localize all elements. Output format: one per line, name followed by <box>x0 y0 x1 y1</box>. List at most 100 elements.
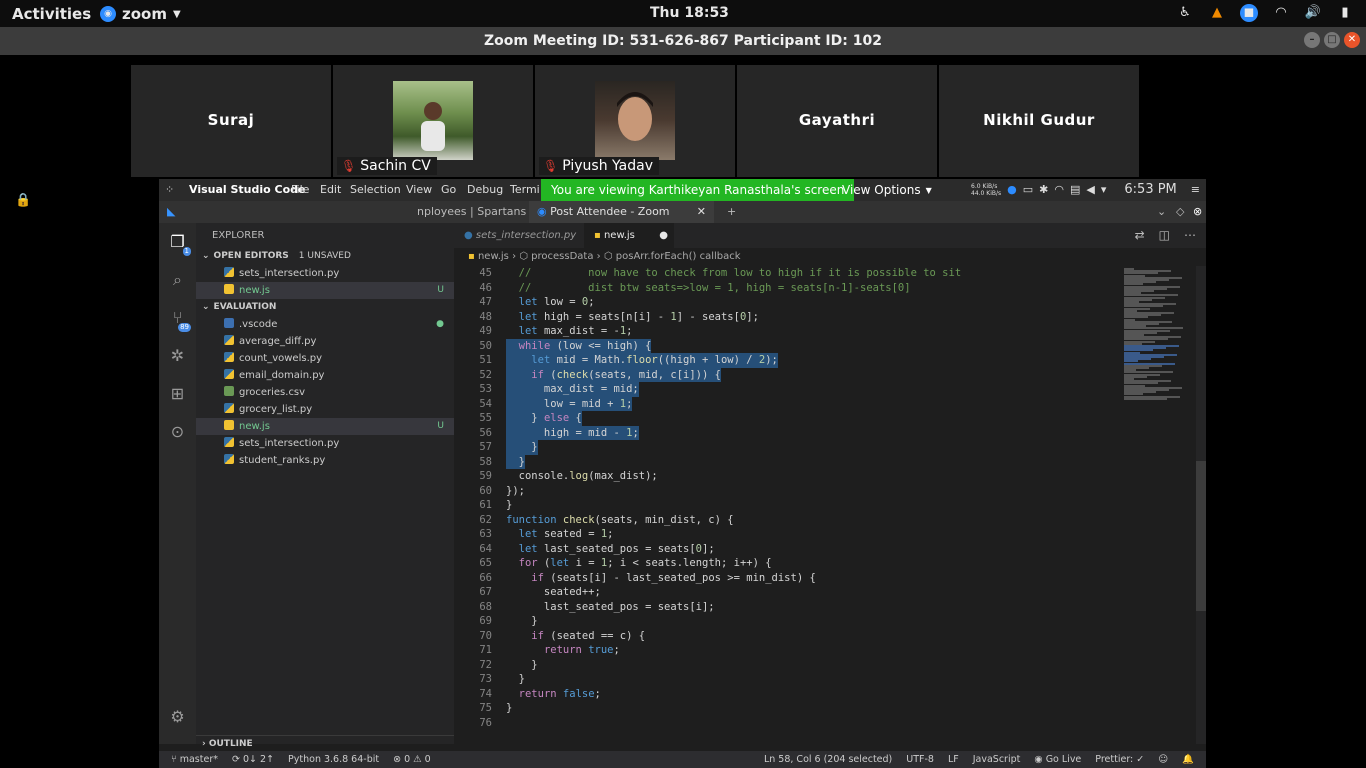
code-line[interactable]: 51 let mid = Math.floor((high + low) / 2… <box>454 353 1122 368</box>
open-editors-section[interactable]: ⌄ OPEN EDITORS 1 UNSAVED <box>196 248 454 265</box>
code-line[interactable]: 52 if (check(seats, mid, c[i])) { <box>454 367 1122 382</box>
minimize-button[interactable]: – <box>1304 32 1320 48</box>
remote-menu-edit[interactable]: Edit <box>320 183 341 196</box>
code-line[interactable]: 48 let high = seats[n[i] - 1] - seats[0]… <box>454 310 1122 325</box>
sync-status[interactable]: ⟳ 0↓ 2↑ <box>232 751 274 768</box>
code-line[interactable]: 59 console.log(max_dist); <box>454 469 1122 484</box>
code-line[interactable]: 67 seated++; <box>454 585 1122 600</box>
gear-icon[interactable]: ⚙ <box>159 698 196 736</box>
editor-scrollbar[interactable] <box>1196 266 1206 744</box>
maximize-button[interactable]: □ <box>1324 32 1340 48</box>
participant-tile[interactable]: 🎙 Piyush Yadav <box>535 65 735 177</box>
code-line[interactable]: 70 if (seated == c) { <box>454 629 1122 644</box>
remote-menu-view[interactable]: View <box>406 183 432 196</box>
minimap[interactable] <box>1122 266 1194 744</box>
scrollbar-thumb[interactable] <box>1196 461 1206 611</box>
code-line[interactable]: 63 let seated = 1; <box>454 527 1122 542</box>
explorer-icon[interactable]: ❐ 1 <box>159 223 196 261</box>
wifi-icon[interactable]: ◠ <box>1272 4 1290 22</box>
extensions-icon[interactable]: ⊞ <box>159 375 196 413</box>
remote-menu-go[interactable]: Go <box>441 183 456 196</box>
participant-tile[interactable]: Suraj <box>131 65 331 177</box>
browser-tab[interactable]: ◉ Post Attendee - Zoom ✕ <box>529 201 714 223</box>
file-item[interactable]: grocery_list.py <box>196 401 454 418</box>
breadcrumb-item[interactable]: processData <box>531 251 593 262</box>
code-line[interactable]: 71 return true; <box>454 643 1122 658</box>
code-line[interactable]: 66 if (seats[i] - last_seated_pos >= min… <box>454 571 1122 586</box>
search-icon[interactable]: ⌕ <box>159 261 196 299</box>
editor-tab[interactable]: ▪ new.js ● <box>584 223 674 248</box>
python-interpreter[interactable]: Python 3.6.8 64-bit <box>288 751 379 768</box>
system-clock[interactable]: Thu 18:53 <box>650 5 729 21</box>
file-item[interactable]: count_vowels.py <box>196 350 454 367</box>
code-line[interactable]: 56 high = mid - 1; <box>454 425 1122 440</box>
code-line[interactable]: 69 } <box>454 614 1122 629</box>
file-item[interactable]: average_diff.py <box>196 333 454 350</box>
unsaved-dot-icon[interactable]: ● <box>659 223 668 248</box>
close-button[interactable]: ✕ <box>1344 32 1360 48</box>
code-line[interactable]: 65 for (let i = 1; i < seats.length; i++… <box>454 556 1122 571</box>
accessibility-icon[interactable]: ♿ <box>1176 4 1194 22</box>
remote-menu-debug[interactable]: Debug <box>467 183 503 196</box>
code-line[interactable]: 46 // dist btw seats=>low = 1, high = se… <box>454 281 1122 296</box>
lock-icon[interactable]: 🔒 <box>15 193 31 208</box>
file-item[interactable]: sets_intersection.py <box>196 435 454 452</box>
zoom-tray-icon[interactable]: ◼ <box>1240 4 1258 22</box>
file-item[interactable]: new.js U <box>196 418 454 435</box>
close-window-icon[interactable]: ⊗ <box>1185 201 1206 223</box>
code-line[interactable]: 53 max_dist = mid; <box>454 382 1122 397</box>
more-icon[interactable]: ⋯ <box>1184 228 1196 242</box>
file-item[interactable]: sets_intersection.py <box>196 265 454 282</box>
app-menu[interactable]: ◉ zoom ▼ <box>100 5 181 23</box>
source-control-icon[interactable]: ⑂ 89 <box>159 299 196 337</box>
code-line[interactable]: 62 function check(seats, min_dist, c) { <box>454 513 1122 528</box>
code-line[interactable]: 60}); <box>454 484 1122 499</box>
code-line[interactable]: 54 low = mid + 1; <box>454 396 1122 411</box>
remote-menu-terminal[interactable]: Termi <box>510 183 540 196</box>
breadcrumb-item[interactable]: posArr.forEach() callback <box>616 251 741 262</box>
debug-icon[interactable]: ✲ <box>159 337 196 375</box>
code-line[interactable]: 74 return false; <box>454 687 1122 702</box>
line-ending[interactable]: LF <box>948 751 959 768</box>
remote-menu-selection[interactable]: Selection <box>350 183 401 196</box>
code-line[interactable]: 58 } <box>454 454 1122 469</box>
compare-icon[interactable]: ⇄ <box>1135 228 1145 242</box>
code-line[interactable]: 50 while (low <= high) { <box>454 338 1122 353</box>
code-line[interactable]: 68 last_seated_pos = seats[i]; <box>454 600 1122 615</box>
problems-status[interactable]: ⊗ 0 ⚠ 0 <box>393 751 431 768</box>
activities-button[interactable]: Activities <box>12 5 91 23</box>
file-item[interactable]: student_ranks.py <box>196 452 454 469</box>
folder-section[interactable]: ⌄ EVALUATION <box>196 299 454 316</box>
editor-tab[interactable]: ● sets_intersection.py <box>454 223 586 248</box>
file-item[interactable]: groceries.csv <box>196 384 454 401</box>
split-editor-icon[interactable]: ◫ <box>1159 228 1170 242</box>
cursor-position[interactable]: Ln 58, Col 6 (204 selected) <box>764 751 892 768</box>
participant-tile[interactable]: 🎙 Sachin CV <box>333 65 533 177</box>
browser-tab[interactable]: nployees | Spartans ✕ <box>409 201 527 223</box>
vlc-icon[interactable]: ▲ <box>1208 4 1226 22</box>
code-line[interactable]: 61} <box>454 498 1122 513</box>
remote-menu-file[interactable]: File <box>291 183 309 196</box>
code-line[interactable]: 73 } <box>454 672 1122 687</box>
code-line[interactable]: 49 let max_dist = -1; <box>454 324 1122 339</box>
remote-icon[interactable]: ⊙ <box>159 413 196 451</box>
code-line[interactable]: 47 let low = 0; <box>454 295 1122 310</box>
code-line[interactable]: 75} <box>454 701 1122 716</box>
outline-section[interactable]: › OUTLINE <box>196 735 454 752</box>
file-item[interactable]: .vscode ● <box>196 316 454 333</box>
code-line[interactable]: 57 } <box>454 440 1122 455</box>
view-options-button[interactable]: View Options ▼ <box>836 181 938 199</box>
participant-tile[interactable]: Gayathri <box>737 65 937 177</box>
code-line[interactable]: 72 } <box>454 658 1122 673</box>
feedback-icon[interactable]: ☺ <box>1158 751 1168 768</box>
volume-icon[interactable]: 🔊 <box>1304 4 1322 22</box>
go-live-status[interactable]: ◉ Go Live <box>1034 751 1081 768</box>
encoding[interactable]: UTF-8 <box>906 751 934 768</box>
code-editor[interactable]: 45 // now have to check from low to high… <box>454 266 1122 744</box>
branch-status[interactable]: ⑂ master* <box>171 751 218 768</box>
battery-icon[interactable]: ▮ <box>1336 4 1354 22</box>
language-mode[interactable]: JavaScript <box>973 751 1021 768</box>
prettier-status[interactable]: Prettier: ✓ <box>1095 751 1144 768</box>
bell-icon[interactable]: 🔔 <box>1182 751 1194 768</box>
participant-tile[interactable]: Nikhil Gudur <box>939 65 1139 177</box>
